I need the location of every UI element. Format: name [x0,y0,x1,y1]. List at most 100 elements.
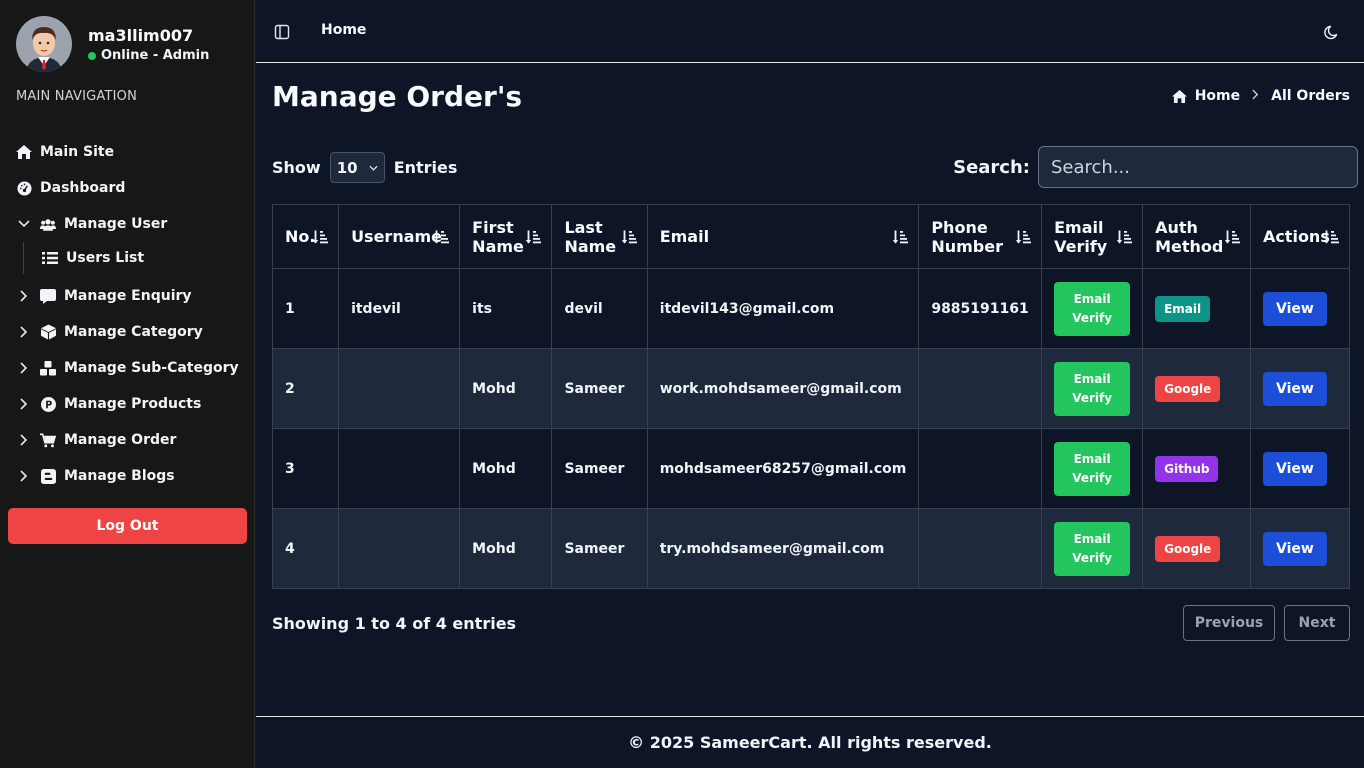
breadcrumb: Home All Orders [1171,88,1350,104]
cell-username [338,508,461,589]
avatar [16,16,72,72]
topbar-title[interactable]: Home [321,22,366,38]
sidebar-item-manage-enquiry[interactable]: Manage Enquiry [0,278,254,314]
sort-icon[interactable] [312,229,329,245]
sidebar-item-label: Manage Sub-Category [64,360,239,376]
email-verify-label: Email [1073,451,1111,466]
sort-icon[interactable] [1116,229,1133,245]
sort-icon[interactable] [621,229,637,245]
footer: © 2025 SameerCart. All rights reserved. [256,716,1364,768]
breadcrumb-home[interactable]: Home [1195,88,1240,104]
sidebar-item-manage-blogs[interactable]: Manage Blogs [0,458,254,494]
column-header-first-name[interactable]: First Name [459,204,553,269]
cell-actions: View [1249,348,1351,429]
chevron-down-icon [16,216,32,232]
view-button[interactable]: View [1262,451,1327,486]
logout-button[interactable]: Log Out [8,508,247,544]
sidebar-item-main-site[interactable]: Main Site [0,134,254,170]
column-header-last-name[interactable]: Last Name [551,204,648,269]
sort-icon[interactable] [1015,229,1032,245]
auth-method-badge: Email [1155,295,1211,322]
sidebar-item-manage-sub-category[interactable]: Manage Sub-Category [0,350,254,386]
sidebar-item-label: Manage Enquiry [64,288,192,304]
column-header-label: No. [285,227,316,246]
user-name: ma3llim007 [88,26,194,45]
sidebar-item-manage-user[interactable]: Manage User [0,206,254,242]
entries-select[interactable]: 10 [329,152,385,183]
cell-email-verify: Email Verify [1041,508,1144,589]
view-button[interactable]: View [1262,371,1327,406]
column-header-label: Username [351,227,443,246]
cell-email-verify: Email Verify [1041,428,1144,509]
sidebar-item-manage-category[interactable]: Manage Category [0,314,254,350]
column-header-label: Number [931,236,1003,256]
cell-auth-method: Google [1142,348,1251,429]
sidebar-item-label: Main Site [40,144,115,160]
users-icon [40,216,56,232]
chevron-right-icon [16,360,32,376]
cell-last-name: Sameer [551,348,648,429]
sort-icon[interactable] [1224,229,1240,245]
sort-icon[interactable] [525,229,542,245]
search-input[interactable] [1038,146,1358,188]
breadcrumb-current: All Orders [1271,88,1350,104]
sort-icon[interactable] [1323,229,1339,245]
cell-no: 4 [271,508,340,589]
cell-no: 3 [271,428,340,509]
cell-email: mohdsameer68257@gmail.com [646,428,920,509]
sort-icon[interactable] [433,229,450,245]
sidebar: ma3llim007 Online - Admin MAIN NAVIGATIO… [0,0,255,768]
moon-icon[interactable] [1324,24,1340,40]
cell-email: try.mohdsameer@gmail.com [646,508,920,589]
column-header-no[interactable]: No. [271,204,340,269]
email-verify-button[interactable]: Email Verify [1054,281,1131,336]
cell-first-name: Mohd [459,348,553,429]
cell-auth-method: Google [1142,508,1251,589]
cell-phone [918,348,1043,429]
column-header-actions[interactable]: Actions [1249,204,1351,269]
topbar: Home [256,0,1364,63]
sidebar-item-label: Manage Category [64,324,203,340]
sidebar-toggle-icon[interactable] [274,24,290,40]
email-verify-button[interactable]: Email Verify [1054,441,1131,496]
sidebar-item-label: Dashboard [40,180,126,196]
column-header-email-verify[interactable]: Email Verify [1041,204,1144,269]
product-icon [40,396,56,412]
cell-last-name: Sameer [551,508,648,589]
column-header-email[interactable]: Email [646,204,920,269]
entries-label: Entries [393,158,458,177]
sidebar-item-users-list[interactable]: Users List [0,240,254,276]
sidebar-item-label: Manage User [64,216,168,232]
view-button[interactable]: View [1262,531,1327,566]
column-header-username[interactable]: Username [338,204,461,269]
email-verify-label: Email [1073,531,1111,546]
column-header-phone-number[interactable]: Phone Number [918,204,1043,269]
page-title: Manage Order's [272,80,523,113]
email-verify-button[interactable]: Email Verify [1054,521,1131,576]
email-verify-label: Email [1073,291,1111,306]
sidebar-item-dashboard[interactable]: Dashboard [0,170,254,206]
cell-actions: View [1249,428,1351,509]
previous-button[interactable]: Previous [1183,605,1275,641]
cell-no: 1 [271,268,340,349]
email-verify-label: Verify [1072,470,1113,485]
auth-method-badge: Google [1155,375,1221,402]
cell-email-verify: Email Verify [1041,348,1144,429]
column-header-auth-method[interactable]: Auth Method [1142,204,1251,269]
view-button[interactable]: View [1262,291,1327,326]
sidebar-item-manage-order[interactable]: Manage Order [0,422,254,458]
sidebar-item-manage-products[interactable]: Manage Products [0,386,254,422]
message-icon [40,288,56,304]
chevron-right-icon [16,468,32,484]
column-header-label: Email [1054,217,1104,237]
blog-icon [40,468,56,484]
chevron-right-icon [16,324,32,340]
email-verify-button[interactable]: Email Verify [1054,361,1131,416]
next-button[interactable]: Next [1284,605,1350,641]
column-header-label: Auth [1155,217,1198,237]
sort-icon[interactable] [892,229,909,245]
orders-table: No. Username First Name Last Name Email Ph… [271,204,1351,589]
table-row: 2 Mohd Sameer work.mohdsameer@gmail.com … [271,348,1351,429]
chevron-right-icon [16,288,32,304]
user-status-label: Online - Admin [101,48,210,63]
